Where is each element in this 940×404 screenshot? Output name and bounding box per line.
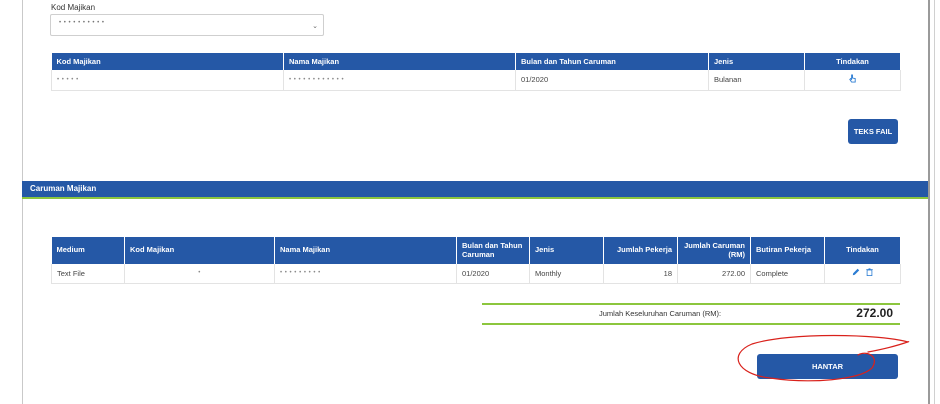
cell-nama-majikan: • • • • • • • • • • • • [283,70,516,91]
col-kod-majikan: Kod Majikan [51,53,284,70]
col-nama-majikan: Nama Majikan [274,237,457,264]
col-jenis: Jenis [708,53,805,70]
col-bulan-tahun: Bulan dan Tahun Caruman [515,53,709,70]
cell-bulan-tahun: 01/2020 [456,264,530,284]
col-butiran-pekerja: Butiran Pekerja [750,237,825,264]
table-header-row: Medium Kod Majikan Nama Majikan Bulan da… [51,237,901,264]
total-value: 272.00 [856,306,893,320]
trash-icon[interactable] [865,268,873,278]
section-divider [22,197,928,199]
total-label: Jumlah Keseluruhan Caruman (RM): [599,309,722,318]
teks-fail-button[interactable]: TEKS FAIL [848,119,898,144]
employer-code-select[interactable]: • • • • • • • • • • ⌄ [50,14,324,36]
cell-nama-majikan: • • • • • • • • • [274,264,457,284]
col-jumlah-caruman: Jumlah Caruman (RM) [677,237,751,264]
cell-bulan-tahun: 01/2020 [515,70,709,91]
col-jenis: Jenis [529,237,604,264]
section-header: Caruman Majikan [22,181,928,197]
left-border [22,0,23,404]
total-divider-bottom [482,323,900,325]
contribution-table: Medium Kod Majikan Nama Majikan Bulan da… [51,237,901,284]
cell-jenis: Bulanan [708,70,805,91]
pointer-hand-icon[interactable] [848,74,857,85]
table-row: • • • • • • • • • • • • • • • • • 01/202… [51,70,901,91]
employer-code-label: Kod Majikan [51,3,96,12]
col-kod-majikan: Kod Majikan [124,237,275,264]
employer-code-value: • • • • • • • • • • [59,20,105,26]
scrollbar-track[interactable] [928,0,930,404]
total-divider-top [482,303,900,305]
cell-jumlah-caruman: 272.00 [677,264,751,284]
col-medium: Medium [51,237,125,264]
page: Kod Majikan • • • • • • • • • • ⌄ Kod Ma… [0,0,940,404]
cell-tindakan [824,264,901,284]
edit-icon[interactable] [852,268,860,278]
cell-medium: Text File [51,264,125,284]
cell-jenis: Monthly [529,264,604,284]
hantar-button[interactable]: HANTAR [757,354,898,379]
employer-table: Kod Majikan Nama Majikan Bulan dan Tahun… [51,53,901,91]
col-nama-majikan: Nama Majikan [283,53,516,70]
col-bulan-tahun: Bulan dan Tahun Caruman [456,237,530,264]
cell-tindakan [804,70,901,91]
table-header-row: Kod Majikan Nama Majikan Bulan dan Tahun… [51,53,901,70]
right-border [934,0,935,404]
cell-butiran-pekerja: Complete [750,264,825,284]
col-tindakan: Tindakan [804,53,901,70]
col-jumlah-pekerja: Jumlah Pekerja [603,237,678,264]
cell-kod-majikan: • • • • • [51,70,284,91]
col-tindakan: Tindakan [824,237,901,264]
cell-kod-majikan: • [124,264,275,284]
chevron-down-icon: ⌄ [312,23,318,30]
cell-jumlah-pekerja: 18 [603,264,678,284]
table-row: Text File • • • • • • • • • • 01/2020 Mo… [51,264,901,284]
